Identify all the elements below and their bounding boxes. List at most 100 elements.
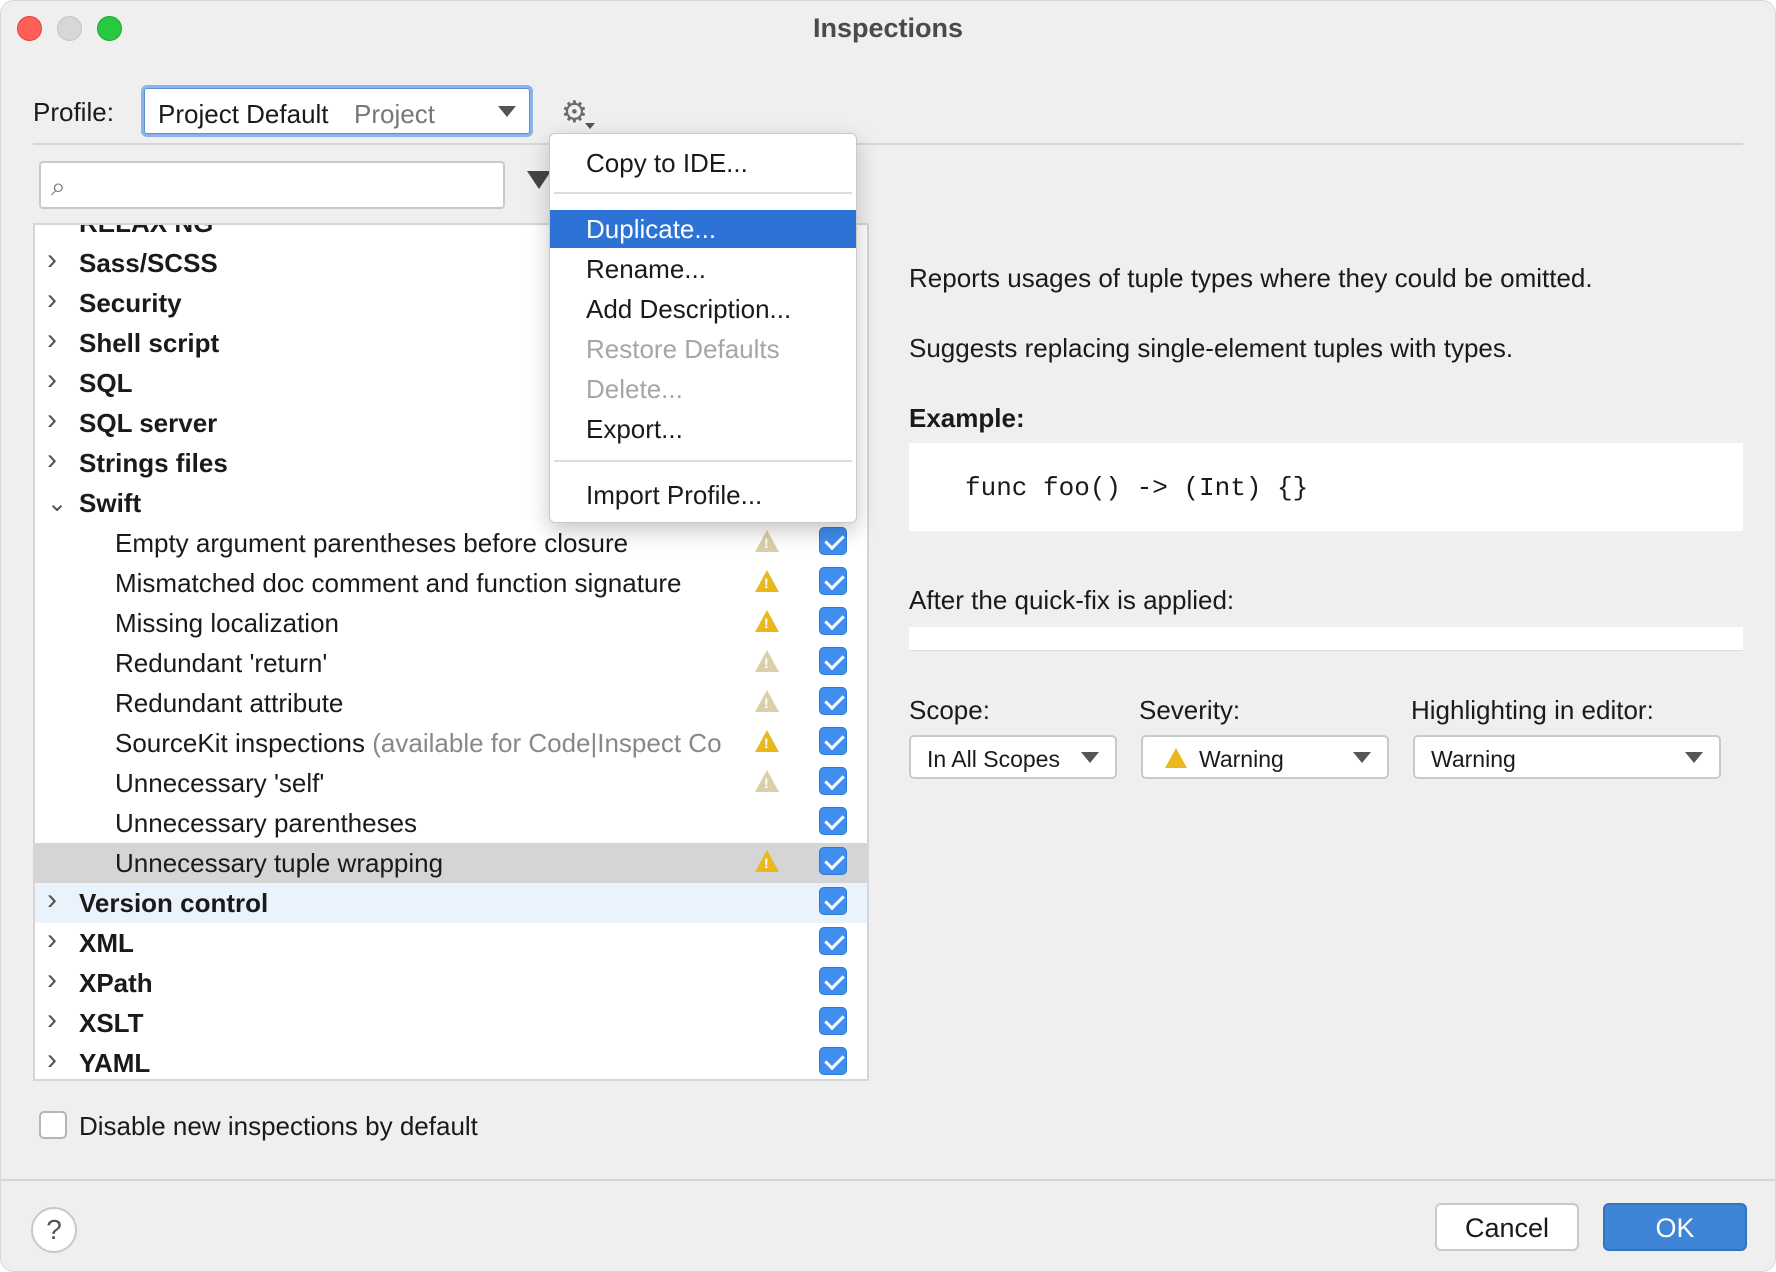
enabled-checkbox[interactable]: [819, 807, 847, 835]
gear-dropdown-arrow-icon: [585, 123, 595, 129]
scope-value: In All Scopes: [927, 746, 1060, 772]
enabled-checkbox[interactable]: [819, 567, 847, 595]
menu-item-add-description[interactable]: Add Description...: [550, 290, 856, 328]
chevron-right-icon[interactable]: ›: [47, 243, 67, 277]
example-code-box: func foo() -> (Int) {}: [909, 443, 1743, 531]
inspection-row[interactable]: Empty argument parentheses before closur…: [35, 523, 867, 563]
chevron-right-icon[interactable]: ›: [47, 403, 67, 437]
profile-name: Project Default: [158, 99, 329, 129]
warning-icon: [755, 690, 779, 712]
enabled-checkbox[interactable]: [819, 887, 847, 915]
chevron-right-icon[interactable]: ›: [47, 963, 67, 997]
enabled-checkbox[interactable]: [819, 1047, 847, 1075]
enabled-checkbox[interactable]: [819, 647, 847, 675]
enabled-checkbox[interactable]: [819, 767, 847, 795]
search-icon: ⌕: [51, 171, 66, 201]
enabled-checkbox[interactable]: [819, 1007, 847, 1035]
tree-category[interactable]: › XML: [35, 923, 867, 963]
category-label: YAML: [79, 1048, 151, 1078]
category-label: Security: [79, 288, 182, 318]
tree-category[interactable]: › XPath: [35, 963, 867, 1003]
inspection-row[interactable]: Unnecessary 'self': [35, 763, 867, 803]
inspection-note: (available for Code|Inspect Co: [372, 728, 722, 758]
search-input[interactable]: [87, 169, 487, 201]
inspections-dialog: Inspections Profile: Project Default Pro…: [0, 0, 1776, 1272]
tree-category[interactable]: › YAML: [35, 1043, 867, 1079]
description-line-2: Suggests replacing single-element tuples…: [909, 333, 1514, 363]
chevron-right-icon[interactable]: ›: [47, 363, 67, 397]
enabled-checkbox[interactable]: [819, 687, 847, 715]
inspection-row[interactable]: Mismatched doc comment and function sign…: [35, 563, 867, 603]
search-box[interactable]: ⌕: [39, 161, 505, 209]
chevron-right-icon[interactable]: ›: [47, 1043, 67, 1077]
tree-category[interactable]: › Version control: [35, 883, 867, 923]
inspection-row[interactable]: Unnecessary tuple wrapping: [35, 843, 867, 883]
enabled-checkbox[interactable]: [819, 967, 847, 995]
menu-item-export[interactable]: Export...: [550, 410, 856, 448]
inspection-name: Unnecessary tuple wrapping: [115, 848, 444, 878]
enabled-checkbox[interactable]: [819, 527, 847, 555]
scope-label: Scope:: [909, 695, 990, 725]
warning-icon: [755, 730, 779, 752]
chevron-right-icon[interactable]: ›: [47, 883, 67, 917]
enabled-checkbox[interactable]: [819, 847, 847, 875]
inspection-label: Unnecessary parentheses: [115, 808, 417, 839]
tree-category[interactable]: › XSLT: [35, 1003, 867, 1043]
severity-value: Warning: [1199, 746, 1284, 772]
enabled-checkbox[interactable]: [819, 727, 847, 755]
filter-icon[interactable]: [527, 171, 551, 189]
titlebar: Inspections: [1, 1, 1775, 55]
chevron-down-icon: [1685, 752, 1703, 763]
enabled-checkbox[interactable]: [819, 607, 847, 635]
inspection-name: Redundant 'return': [115, 648, 328, 678]
help-button[interactable]: ?: [31, 1207, 77, 1253]
chevron-right-icon[interactable]: ›: [47, 443, 67, 477]
chevron-right-icon[interactable]: ›: [47, 923, 67, 957]
category-label: XML: [79, 928, 134, 958]
ok-button[interactable]: OK: [1603, 1203, 1747, 1251]
inspection-name: SourceKit inspections: [115, 728, 366, 758]
scope-dropdown[interactable]: In All Scopes: [909, 735, 1117, 779]
after-fix-code-box: [909, 627, 1743, 651]
inspection-row[interactable]: SourceKit inspections (available for Cod…: [35, 723, 867, 763]
inspection-row[interactable]: Redundant attribute: [35, 683, 867, 723]
severity-label: Severity:: [1139, 695, 1241, 725]
footer-divider: [1, 1179, 1775, 1181]
after-fix-heading: After the quick-fix is applied:: [909, 585, 1235, 615]
category-label: XPath: [79, 968, 153, 998]
disable-new-inspections-checkbox[interactable]: [39, 1111, 67, 1139]
category-label: Sass/SCSS: [79, 248, 218, 278]
gear-menu: Copy to IDE... Duplicate... Rename... Ad…: [549, 133, 857, 523]
enabled-checkbox[interactable]: [819, 927, 847, 955]
example-code: func foo() -> (Int) {}: [965, 473, 1309, 503]
inspection-row[interactable]: Redundant 'return': [35, 643, 867, 683]
chevron-right-icon[interactable]: ›: [47, 1003, 67, 1037]
profile-dropdown[interactable]: Project Default Project: [141, 85, 533, 137]
chevron-right-icon[interactable]: ›: [47, 323, 67, 357]
category-label: SQL server: [79, 408, 218, 438]
cancel-button[interactable]: Cancel: [1435, 1203, 1579, 1251]
chevron-down-icon[interactable]: ⌄: [47, 489, 67, 518]
menu-item-import-profile[interactable]: Import Profile...: [550, 476, 856, 514]
menu-item-copy-to-ide[interactable]: Copy to IDE...: [550, 144, 856, 182]
highlighting-dropdown[interactable]: Warning: [1413, 735, 1721, 779]
inspection-row[interactable]: Unnecessary parentheses: [35, 803, 867, 843]
warning-icon: [1165, 748, 1187, 768]
menu-item-rename[interactable]: Rename...: [550, 250, 856, 288]
category-label: Shell script: [79, 328, 220, 358]
menu-item-duplicate[interactable]: Duplicate...: [550, 210, 856, 248]
category-label: SQL: [79, 368, 133, 398]
example-heading: Example:: [909, 403, 1025, 433]
menu-item-delete: Delete...: [586, 374, 683, 404]
category-label: RELAX NG: [79, 223, 214, 238]
category-label: Version control: [79, 888, 269, 918]
chevron-down-icon: [1081, 752, 1099, 763]
chevron-down-icon: [1353, 752, 1371, 763]
category-label: XSLT: [79, 1008, 144, 1038]
category-label: Swift: [79, 488, 142, 518]
warning-icon: [755, 570, 779, 592]
chevron-right-icon[interactable]: ›: [47, 283, 67, 317]
inspection-name: Redundant attribute: [115, 688, 344, 718]
inspection-row[interactable]: Missing localization: [35, 603, 867, 643]
severity-dropdown[interactable]: Warning: [1141, 735, 1389, 779]
